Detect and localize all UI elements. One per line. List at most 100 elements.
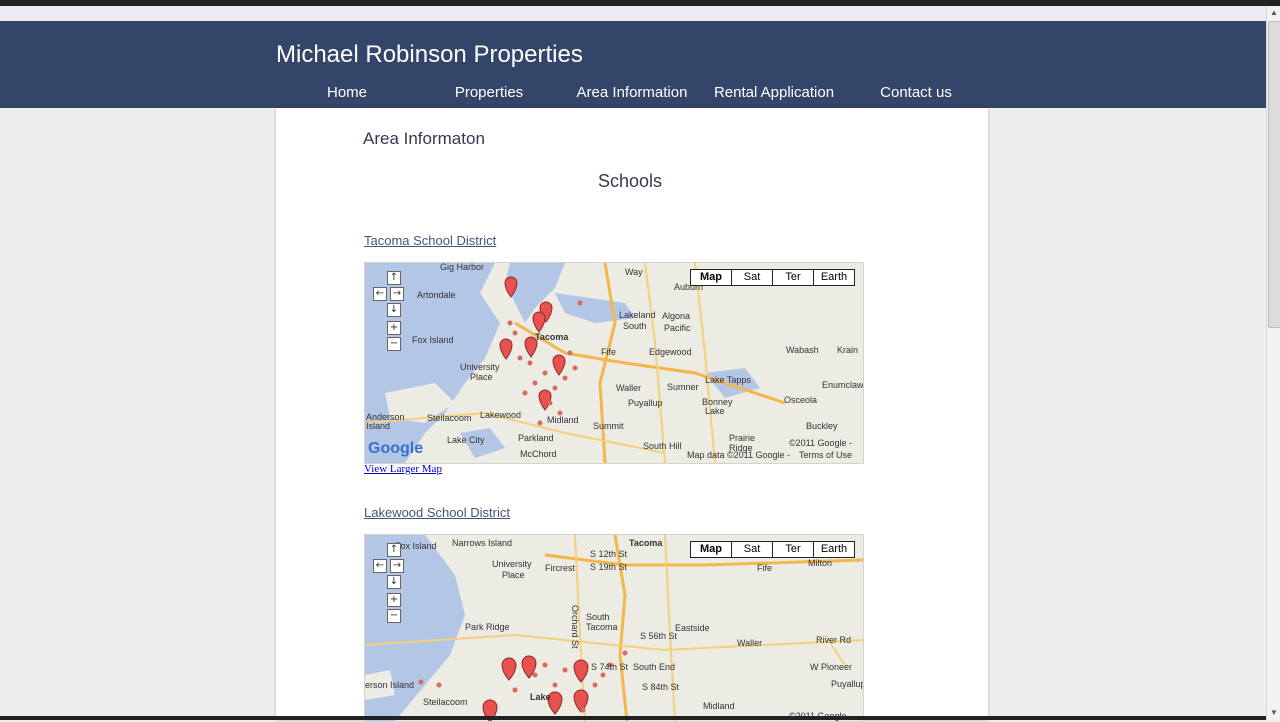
svg-text:Prairie: Prairie [729,433,755,443]
pan-left-icon[interactable]: ← [373,287,387,301]
svg-text:Island: Island [366,421,390,431]
svg-text:Waller: Waller [616,383,641,393]
svg-text:Krain: Krain [837,345,858,355]
map-type-earth[interactable]: Earth [813,542,854,557]
svg-text:S 19th St: S 19th St [590,562,628,572]
lakewood-map-controls: ↑ ← → ↓ + − [373,541,413,631]
svg-text:S 56th St: S 56th St [640,631,678,641]
content-panel: Area Informaton Schools Tacoma School Di… [276,108,988,722]
pan-up-icon[interactable]: ↑ [387,271,401,285]
svg-text:erson Island: erson Island [365,680,414,690]
page-title: Area Informaton [363,129,485,148]
nav-rental-application[interactable]: Rental Application [703,84,845,101]
map-type-map[interactable]: Map [691,270,731,285]
main-nav: Home Properties Area Information Rental … [276,84,988,104]
tacoma-map-canvas: Gig Harbor Artondale Fox Island Tacoma U… [365,263,863,463]
map-type-earth[interactable]: Earth [813,270,854,285]
svg-text:River Rd: River Rd [816,635,851,645]
svg-text:Place: Place [502,570,525,580]
svg-text:Fox Island: Fox Island [412,335,454,345]
pan-down-icon[interactable]: ↓ [387,575,401,589]
svg-text:Tacoma: Tacoma [586,622,618,632]
svg-text:S 74th St: S 74th St [591,662,629,672]
svg-text:Lake: Lake [705,406,725,416]
svg-text:Buckley: Buckley [806,421,838,431]
svg-text:Summit: Summit [593,421,624,431]
tacoma-map-data: Map data ©2011 Google - [687,450,790,460]
svg-text:Enumclaw: Enumclaw [822,380,863,390]
svg-text:University: University [460,362,500,372]
zoom-out-icon[interactable]: − [387,337,401,351]
pan-right-icon[interactable]: → [390,559,404,573]
lakewood-map-type-switcher: Map Sat Ter Earth [690,541,855,558]
svg-text:Tacoma: Tacoma [535,332,569,342]
svg-text:Fife: Fife [757,563,772,573]
nav-properties[interactable]: Properties [418,84,560,101]
lakewood-map[interactable]: Tacoma Fox Island Narrows Island Univers… [364,534,864,722]
svg-text:Midland: Midland [703,701,735,711]
svg-text:Steilacoom: Steilacoom [427,413,472,423]
pan-down-icon[interactable]: ↓ [387,303,401,317]
svg-text:S 12th St: S 12th St [590,549,628,559]
section-title: Schools [597,171,663,191]
map-type-sat[interactable]: Sat [731,270,772,285]
svg-text:W Pioneer: W Pioneer [810,662,852,672]
svg-text:South: South [623,321,647,331]
zoom-in-icon[interactable]: + [387,321,401,335]
svg-text:Lakewood: Lakewood [480,410,521,420]
lakewood-district-link[interactable]: Lakewood School District [364,505,510,520]
svg-text:Pacific: Pacific [664,323,691,333]
lakewood-map-tacoma-label: Tacoma [629,538,663,548]
nav-area-information[interactable]: Area Information [561,84,703,101]
map-type-map[interactable]: Map [691,542,731,557]
svg-text:Place: Place [470,372,493,382]
scroll-down-icon[interactable]: ▼ [1267,706,1280,720]
browser-bottom-edge [0,716,1266,720]
svg-text:Parkland: Parkland [518,433,554,443]
pan-up-icon[interactable]: ↑ [387,543,401,557]
site-header: Michael Robinson Properties Home Propert… [0,21,1266,108]
scroll-thumb[interactable] [1268,21,1280,328]
svg-text:Park Ridge: Park Ridge [465,622,510,632]
svg-text:Lakeland: Lakeland [619,310,656,320]
svg-text:Sumner: Sumner [667,382,699,392]
map-type-sat[interactable]: Sat [731,542,772,557]
svg-text:Steilacoom: Steilacoom [423,697,468,707]
view-larger-map-link[interactable]: View Larger Map [364,463,442,475]
svg-text:Fife: Fife [601,347,616,357]
pan-left-icon[interactable]: ← [373,559,387,573]
page-scrollbar[interactable]: ▲ ▼ [1266,6,1280,720]
svg-text:Gig Harbor: Gig Harbor [440,263,484,272]
pan-right-icon[interactable]: → [390,287,404,301]
zoom-out-icon[interactable]: − [387,609,401,623]
tacoma-map-type-switcher: Map Sat Ter Earth [690,269,855,286]
map-type-ter[interactable]: Ter [772,270,813,285]
map-type-ter[interactable]: Ter [772,542,813,557]
tacoma-map[interactable]: Gig Harbor Artondale Fox Island Tacoma U… [364,262,864,464]
svg-text:S 84th St: S 84th St [642,682,680,692]
svg-text:Osceola: Osceola [784,395,817,405]
zoom-in-icon[interactable]: + [387,593,401,607]
site-title[interactable]: Michael Robinson Properties [276,41,583,69]
svg-text:South: South [586,612,610,622]
svg-text:Algona: Algona [662,311,690,321]
svg-text:Lake Tapps: Lake Tapps [705,375,751,385]
svg-text:Puyallup: Puyallup [831,679,863,689]
svg-text:Lake City: Lake City [447,435,485,445]
svg-text:South Hill: South Hill [643,441,682,451]
scroll-up-icon[interactable]: ▲ [1267,6,1280,20]
svg-text:South End: South End [633,662,675,672]
svg-text:Google: Google [368,440,423,457]
svg-text:Orchard St: Orchard St [570,605,580,649]
svg-text:Lake: Lake [530,692,551,702]
tacoma-map-controls: ↑ ← → ↓ + − [373,269,413,359]
svg-text:Wabash: Wabash [786,345,819,355]
svg-text:Milton: Milton [808,558,832,568]
svg-text:Way: Way [625,267,643,277]
nav-contact-us[interactable]: Contact us [845,84,987,101]
header-gap [0,6,1266,21]
svg-text:Edgewood: Edgewood [649,347,692,357]
tacoma-district-link[interactable]: Tacoma School District [364,233,496,248]
nav-home[interactable]: Home [276,84,418,101]
svg-text:University: University [492,559,532,569]
